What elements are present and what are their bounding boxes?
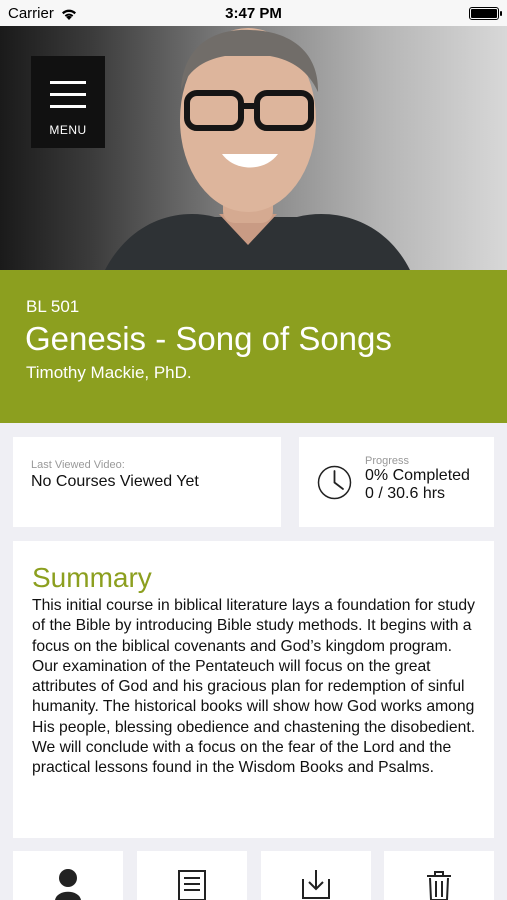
- notes-button[interactable]: [137, 851, 247, 900]
- last-viewed-label: Last Viewed Video:: [31, 459, 125, 471]
- clock-icon: [317, 465, 352, 500]
- battery-icon: [469, 7, 502, 20]
- course-code: BL 501: [26, 297, 80, 316]
- status-time: 3:47 PM: [225, 5, 282, 22]
- last-viewed-card[interactable]: Last Viewed Video: No Courses Viewed Yet: [13, 437, 281, 527]
- progress-label: Progress: [365, 455, 410, 467]
- download-icon: [302, 870, 330, 899]
- summary-title: Summary: [32, 562, 152, 593]
- menu-button[interactable]: MENU: [31, 56, 105, 148]
- status-bar: Carrier 3:47 PM: [0, 0, 507, 26]
- last-viewed-value: No Courses Viewed Yet: [31, 473, 199, 490]
- course-title: Genesis - Song of Songs: [25, 320, 392, 357]
- course-header: BL 501 Genesis - Song of Songs Timothy M…: [0, 270, 507, 423]
- summary-body: This initial course in biblical literatu…: [32, 597, 476, 777]
- course-author: Timothy Mackie, PhD.: [26, 363, 192, 382]
- hamburger-icon: [50, 81, 86, 117]
- menu-label: MENU: [49, 123, 87, 137]
- progress-percent: 0% Completed: [365, 467, 470, 484]
- document-icon: [178, 870, 206, 900]
- download-button[interactable]: [261, 851, 371, 900]
- delete-button[interactable]: [384, 851, 494, 900]
- instructor-button[interactable]: [13, 851, 123, 900]
- person-icon: [55, 869, 81, 900]
- progress-hours: 0 / 30.6 hrs: [365, 485, 446, 502]
- instructor-photo: MENU: [0, 26, 507, 270]
- summary-card: Summary This initial course in biblical …: [13, 541, 494, 838]
- trash-icon: [427, 871, 451, 900]
- progress-card: Progress 0% Completed 0 / 30.6 hrs: [299, 437, 494, 527]
- progress-text: Progress 0% Completed 0 / 30.6 hrs: [365, 455, 470, 503]
